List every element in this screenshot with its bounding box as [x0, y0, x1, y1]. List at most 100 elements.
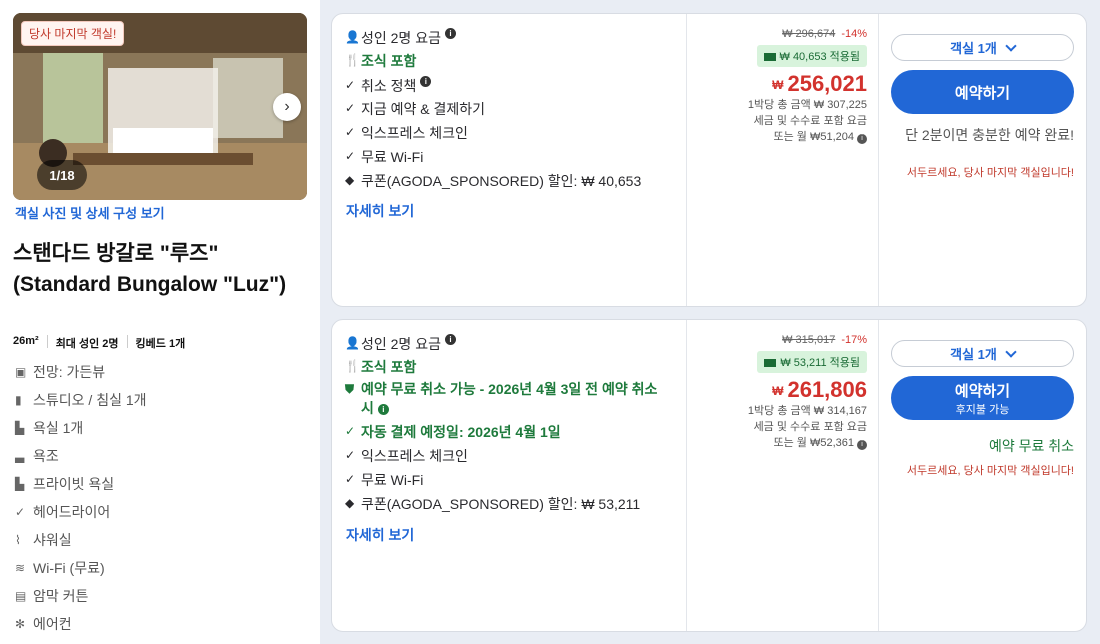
amenity-item: ⌇ 샤워실: [15, 532, 72, 548]
room-photo[interactable]: 당사 마지막 객실! › 1/18: [13, 13, 307, 200]
bathroom-icon: ▙: [15, 421, 25, 435]
divider: [878, 14, 879, 306]
info-icon[interactable]: i: [420, 76, 432, 87]
details-link[interactable]: 자세히 보기: [346, 525, 414, 545]
chevron-down-icon: [1005, 345, 1017, 358]
amenity-item: ▣ 전망: 가든뷰: [15, 364, 106, 380]
coupon-icon: ◆: [345, 173, 355, 187]
rate-offer-card: 👤 성인 2명 요금 i 🍴 조식 포함 ⛊ 예약 무료 취소 가능 - 2026년 4…: [331, 319, 1087, 632]
info-icon[interactable]: i: [857, 134, 867, 144]
amenity-list: ▣ 전망: 가든뷰 ▮ 스튜디오 / 침실 1개 ▙ 욕실 1개 ▃ 욕조 ▙ 프라이빗 …: [15, 358, 147, 638]
curtain-icon: ▤: [15, 589, 27, 603]
ticket-icon: [764, 359, 777, 368]
shower-icon: ⌇: [15, 533, 21, 547]
info-icon[interactable]: i: [377, 403, 389, 415]
savings-badge: ₩ 53,211 적용됨: [757, 351, 867, 373]
room-title: 스탠다드 방갈로 "루즈" (Standard Bungalow "Luz"): [13, 242, 287, 296]
divider: [126, 335, 128, 348]
next-photo-button[interactable]: ›: [273, 93, 301, 121]
check-icon: ✓: [345, 472, 356, 486]
price-note: 또는 월 ₩52,361 i: [687, 435, 867, 451]
info-icon[interactable]: i: [857, 440, 867, 450]
price-column: ₩ 315,017 -17% ₩ 53,211 적용됨 ₩261,806 1박당 …: [687, 334, 867, 451]
price-note: 1박당 총 금액 ₩ 307,225: [747, 99, 867, 111]
room-info-panel: 당사 마지막 객실! › 1/18 객실 사진 및 상세 구성 보기 스탠다드 …: [0, 0, 320, 644]
price: ₩256,021: [772, 71, 867, 96]
feature-item: ✓ 지금 예약 & 결제하기: [345, 101, 486, 117]
price-note: 또는 월 ₩51,204 i: [687, 129, 867, 145]
discount-badge: -14%: [841, 28, 867, 40]
coupon-icon: ◆: [345, 496, 355, 510]
ticket-icon: [763, 53, 776, 62]
feature-item: ✓ 익스프레스 체크인: [345, 448, 468, 464]
action-column: 객실 1개 예약하기 단 2분이면 충분한 예약 완료! 서두르세요, 당사 마…: [891, 14, 1074, 306]
feature-item: 👤 성인 2명 요금 i: [345, 28, 675, 48]
original-price: ₩ 315,017 -17%: [782, 334, 867, 346]
amenity-item: ▮ 스튜디오 / 침실 1개: [15, 392, 147, 408]
check-icon: ✓: [345, 149, 356, 163]
amenity-item: ▙ 욕실 1개: [15, 420, 84, 436]
check-icon: ✓: [345, 125, 356, 139]
room-occupancy: 최대 성인 2명: [55, 338, 119, 350]
photo-counter: 1/18: [37, 160, 87, 190]
price-note: 세금 및 수수료 포함 요금: [753, 421, 867, 433]
check-icon: ✓: [15, 505, 26, 519]
book-button[interactable]: 예약하기 후지불 가능: [891, 376, 1074, 420]
breakfast-icon: 🍴: [345, 359, 360, 373]
bathtub-icon: ▃: [15, 449, 25, 463]
price-note: 1박당 총 금액 ₩ 314,167: [747, 405, 867, 417]
room-specs: 26m² 최대 성인 2명 킹베드 1개: [13, 335, 185, 351]
amenity-item: ≋ Wi-Fi (무료): [15, 560, 105, 576]
last-room-warning: 서두르세요, 당사 마지막 객실입니다!: [906, 167, 1074, 179]
chevron-right-icon: ›: [284, 98, 290, 115]
feature-item: ✓ 익스프레스 체크인: [345, 125, 468, 141]
original-price: ₩ 296,674 -14%: [782, 28, 867, 40]
room-size: 26m²: [13, 335, 39, 347]
feature-item: ✓ 취소 정책 i: [345, 76, 675, 96]
shield-icon: ⛊: [345, 382, 355, 396]
urgency-text: 단 2분이면 충분한 예약 완료!: [905, 127, 1074, 143]
amenity-item: ▙ 프라이빗 욕실: [15, 476, 115, 492]
amenity-item: ✓ 헤어드라이어: [15, 504, 111, 520]
check-icon: ✓: [345, 78, 356, 92]
room-bed: 킹베드 1개: [135, 338, 186, 350]
chevron-down-icon: [1005, 39, 1017, 52]
feature-item: 🍴 조식 포함: [345, 359, 417, 375]
feature-item: ✓ 무료 Wi-Fi: [345, 472, 424, 488]
room-qty-select[interactable]: 객실 1개: [891, 340, 1074, 367]
savings-badge: ₩ 40,653 적용됨: [756, 45, 867, 67]
aircon-icon: ✻: [15, 617, 26, 631]
price-note: 세금 및 수수료 포함 요금: [753, 115, 867, 127]
check-icon: ✓: [345, 101, 356, 115]
amenity-item: ✻ 에어컨: [15, 616, 72, 632]
price: ₩261,806: [772, 377, 867, 402]
room-qty-select[interactable]: 객실 1개: [891, 34, 1074, 61]
person-icon: 👤: [345, 30, 360, 44]
rate-offer-card: 👤 성인 2명 요금 i 🍴 조식 포함 ✓ 취소 정책 i ✓ 지금 예약 & 결제하기 …: [331, 13, 1087, 307]
info-icon[interactable]: i: [444, 334, 456, 345]
check-icon: ✓: [345, 448, 356, 462]
check-icon: ✓: [345, 424, 356, 438]
divider: [46, 335, 48, 348]
details-link[interactable]: 자세히 보기: [346, 201, 414, 221]
free-cancel-text: 예약 무료 취소: [988, 438, 1074, 454]
price-column: ₩ 296,674 -14% ₩ 40,653 적용됨 ₩256,021 1박당 …: [687, 28, 867, 145]
breakfast-icon: 🍴: [345, 53, 360, 67]
feature-item: 👤 성인 2명 요금 i: [345, 334, 675, 354]
book-button[interactable]: 예약하기: [891, 70, 1074, 114]
amenity-item: ▤ 암막 커튼: [15, 588, 89, 604]
person-icon: 👤: [345, 336, 360, 350]
room-photos-link[interactable]: 객실 사진 및 상세 구성 보기: [15, 203, 165, 222]
action-column: 객실 1개 예약하기 후지불 가능 예약 무료 취소 서두르세요, 당사 마지막 …: [891, 320, 1074, 631]
info-icon[interactable]: i: [444, 28, 456, 39]
view-icon: ▣: [15, 365, 27, 379]
amenity-item: ▃ 욕조: [15, 448, 59, 464]
studio-icon: ▮: [15, 393, 22, 407]
last-room-warning: 서두르세요, 당사 마지막 객실입니다!: [906, 465, 1074, 477]
discount-badge: -17%: [841, 334, 867, 346]
feature-item: 🍴 조식 포함: [345, 53, 417, 69]
private-bath-icon: ▙: [15, 477, 25, 491]
feature-item: ✓ 자동 결제 예정일: 2026년 4월 1일: [345, 424, 561, 440]
wifi-icon: ≋: [15, 561, 26, 575]
last-room-tag: 당사 마지막 객실!: [21, 21, 125, 46]
